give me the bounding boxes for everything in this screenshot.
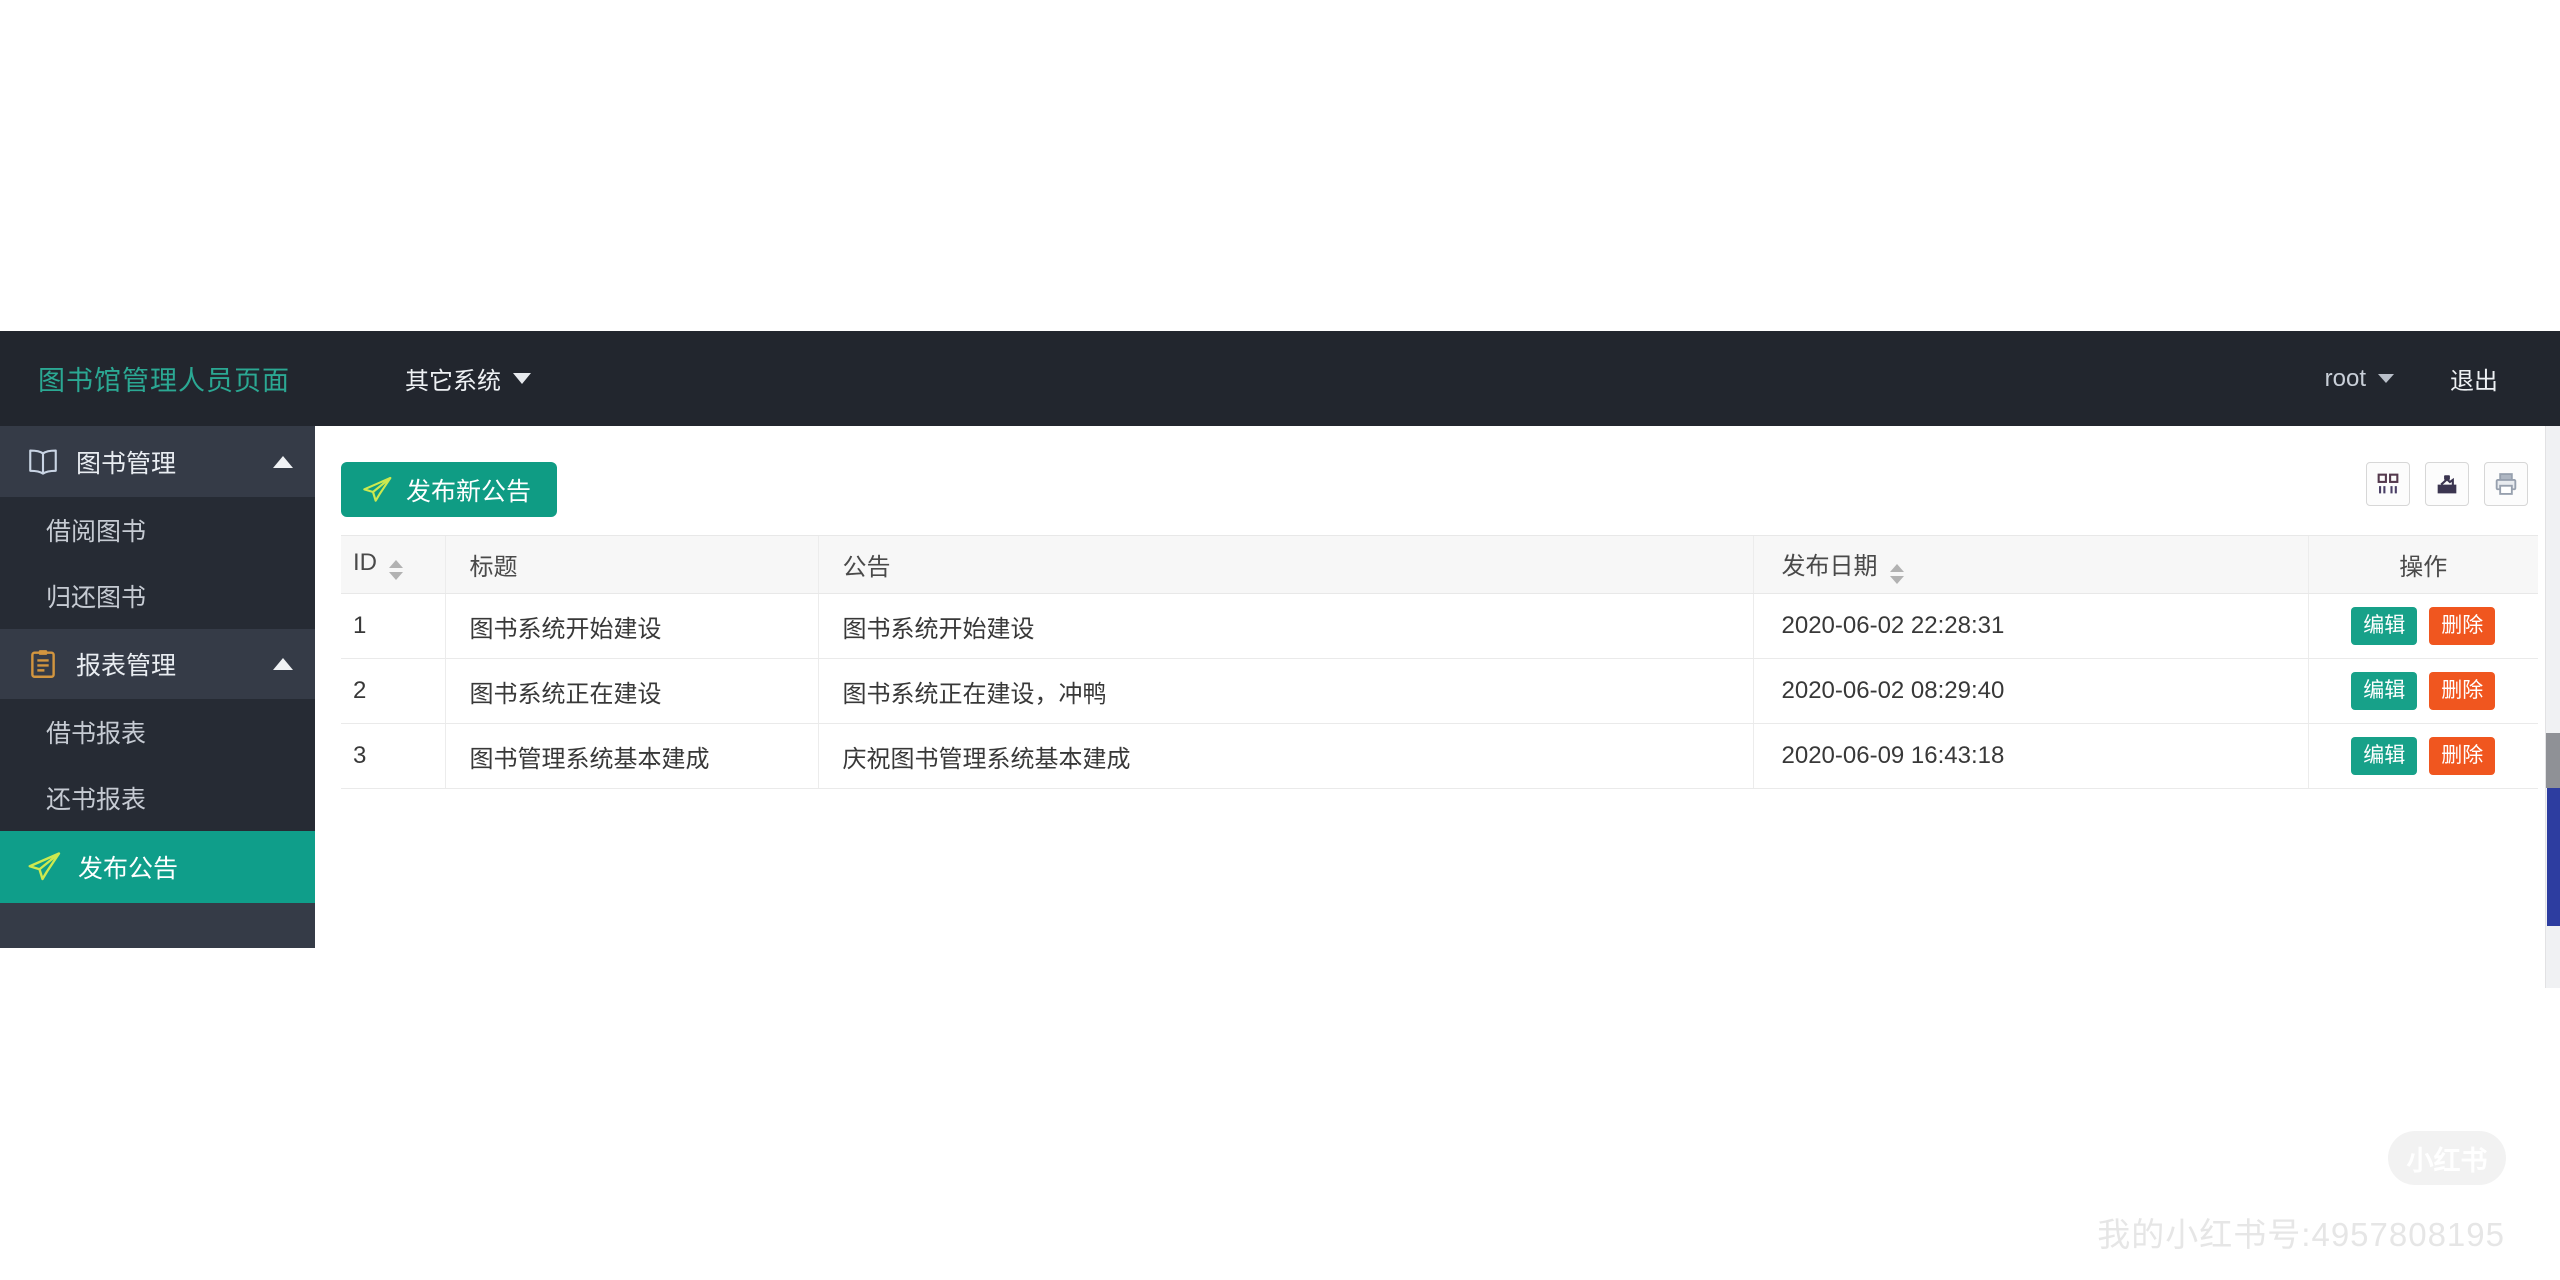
export-button[interactable] [2425,462,2469,506]
cell-id: 2 [341,658,445,724]
print-icon [2492,470,2520,498]
chevron-down-icon [513,373,531,384]
columns-icon [2374,470,2402,498]
cell-actions: 编辑 删除 [2307,658,2538,724]
scrollbar-thumb[interactable] [2546,733,2560,788]
chevron-up-icon [273,658,293,670]
print-button[interactable] [2484,462,2528,506]
sidebar-item-label: 归还图书 [46,584,147,612]
table-header-row: ID 标题 公告 发布日期 操作 [341,535,2538,594]
cell-actions: 编辑 删除 [2307,593,2538,659]
user-dropdown[interactable]: root [2325,365,2394,393]
column-label: 发布日期 [1781,552,1878,580]
publish-new-announcement-button[interactable]: 发布新公告 [341,462,558,517]
publish-button-label: 发布新公告 [406,477,532,506]
column-header-actions: 操作 [2307,535,2538,594]
sidebar-item-borrow-report[interactable]: 借书报表 [0,699,315,765]
cell-id: 3 [341,723,445,789]
column-label: 标题 [469,554,518,581]
clipboard-icon [26,647,60,681]
sidebar-item-label: 借阅图书 [46,518,147,546]
paper-plane-icon [361,474,393,506]
nav-other-systems-label: 其它系统 [405,368,501,395]
top-header-bar: 图书馆管理人员页面 其它系统 root 退出 [0,331,2560,426]
table-row: 3 图书管理系统基本建成 庆祝图书管理系统基本建成 2020-06-09 16:… [341,723,2538,789]
sidebar-item-label: 还书报表 [46,786,147,814]
sidebar-item-label: 借书报表 [46,720,147,748]
cell-date: 2020-06-02 08:29:40 [1752,658,2308,724]
chevron-up-icon [273,455,293,468]
chevron-down-icon [2378,374,2394,383]
column-label: 操作 [2399,554,2448,581]
sidebar-group-label: 报表管理 [76,652,177,680]
cell-date: 2020-06-02 22:28:31 [1752,593,2308,659]
cell-content: 图书系统正在建设，冲鸭 [817,658,1753,724]
cell-content: 图书系统开始建设 [817,593,1753,659]
logout-link[interactable]: 退出 [2450,361,2498,396]
sidebar-group-label: 图书管理 [76,449,177,478]
sidebar-footer [0,903,315,948]
columns-toggle-button[interactable] [2366,462,2410,506]
sidebar: 图书管理 借阅图书 归还图书 报表管理 借书报表 还书报表 发布公告 [0,426,315,948]
xiaohongshu-watermark-badge: 小红书 [2388,1131,2506,1185]
sidebar-group-books[interactable]: 图书管理 [0,426,315,497]
delete-button[interactable]: 删除 [2429,607,2496,645]
sort-icon [1889,563,1904,584]
delete-button[interactable]: 删除 [2429,672,2496,710]
scrollbar-highlight [2547,788,2560,926]
sidebar-item-borrow-books[interactable]: 借阅图书 [0,497,315,563]
sidebar-item-label: 发布公告 [78,855,179,883]
delete-button[interactable]: 删除 [2429,737,2496,775]
edit-button[interactable]: 编辑 [2351,737,2418,775]
sidebar-group-reports[interactable]: 报表管理 [0,629,315,699]
column-header-title: 标题 [444,535,818,594]
edit-button[interactable]: 编辑 [2351,607,2418,645]
cell-actions: 编辑 删除 [2307,723,2538,789]
column-header-content: 公告 [817,535,1753,594]
sidebar-item-return-report[interactable]: 还书报表 [0,765,315,831]
page-title: 图书馆管理人员页面 [38,366,290,396]
column-header-date[interactable]: 发布日期 [1752,535,2308,594]
username: root [2324,364,2366,392]
table-toolbar [2366,462,2528,506]
sidebar-item-return-books[interactable]: 归还图书 [0,563,315,629]
sort-icon [389,560,403,580]
column-header-id[interactable]: ID [341,535,445,594]
sidebar-item-publish-announcement-active[interactable]: 发布公告 [0,831,315,903]
export-icon [2433,470,2461,498]
cell-title: 图书系统开始建设 [444,593,818,659]
table-row: 2 图书系统正在建设 图书系统正在建设，冲鸭 2020-06-02 08:29:… [341,658,2538,724]
cell-id: 1 [341,593,445,659]
book-icon [26,445,60,479]
cell-title: 图书系统正在建设 [444,658,818,724]
cell-date: 2020-06-09 16:43:18 [1752,723,2308,789]
cell-title: 图书管理系统基本建成 [444,723,818,789]
cell-content: 庆祝图书管理系统基本建成 [817,723,1753,789]
paper-plane-icon [26,849,62,885]
header-right-area: root 退出 [2325,361,2498,396]
table-row: 1 图书系统开始建设 图书系统开始建设 2020-06-02 22:28:31 … [341,593,2538,659]
column-label: 公告 [842,554,891,581]
column-label: ID [353,549,377,576]
nav-other-systems[interactable]: 其它系统 [405,361,531,396]
announcements-table: ID 标题 公告 发布日期 操作 1 图书系统开始建设 图书系统开始建设 202… [341,535,2538,789]
edit-button[interactable]: 编辑 [2351,672,2418,710]
xiaohongshu-watermark-text: 我的小红书号:4957808195 [2097,1216,2505,1253]
